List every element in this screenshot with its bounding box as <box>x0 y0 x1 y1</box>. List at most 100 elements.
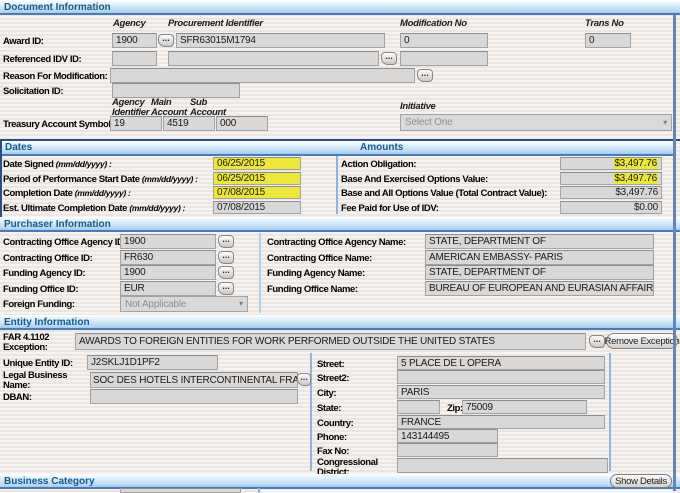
foreign-funding-select[interactable]: Not Applicable ▾ <box>120 296 248 312</box>
column-header-agency: Agency <box>113 19 146 29</box>
dban-field[interactable] <box>90 389 298 404</box>
funding-agency-name-label: Funding Agency Name: <box>267 268 365 279</box>
completion-date-label: Completion Date (mm/dd/yyyy) : <box>3 188 131 199</box>
est-ultimate-format: (mm/dd/yyyy) : <box>129 203 185 213</box>
solicitation-id-label: Solicitation ID: <box>3 86 63 97</box>
unique-entity-id-label: Unique Entity ID: <box>3 358 73 369</box>
contracting-office-agency-id-field[interactable]: 1900 <box>120 234 216 249</box>
reason-for-modification-label: Reason For Modification: <box>3 71 107 82</box>
dates-amounts-header <box>2 141 676 156</box>
column-header-trans-no: Trans No <box>585 19 624 29</box>
treasury-agency-identifier-field[interactable]: 19 <box>110 116 162 131</box>
window-right-border <box>673 15 676 491</box>
entity-right-edge-divider <box>609 353 611 471</box>
action-obligation-label: Action Obligation: <box>341 159 416 170</box>
completion-date-field[interactable]: 07/08/2015 <box>213 186 301 199</box>
column-header-modification-no: Modification No <box>400 19 467 29</box>
contracting-office-id-label: Contracting Office ID: <box>3 253 92 264</box>
award-agency-lookup-button[interactable]: ... <box>158 34 174 47</box>
remove-exception-button[interactable]: Remove Exception <box>606 333 678 349</box>
legal-business-name-field[interactable]: SOC DES HOTELS INTERCONTINENTAL FRA <box>90 372 298 388</box>
date-signed-label: Date Signed (mm/dd/yyyy) : <box>3 159 112 170</box>
contracting-office-name-field[interactable]: AMERICAN EMBASSY- PARIS <box>425 250 654 265</box>
base-all-options-field[interactable]: $3,497.76 <box>560 186 662 199</box>
fee-paid-idv-label: Fee Paid for Use of IDV: <box>341 203 439 214</box>
far-exception-lookup-button[interactable]: ... <box>589 335 605 348</box>
solicitation-id-field[interactable] <box>112 83 240 98</box>
city-label: City: <box>317 388 336 399</box>
column-header-agency-identifier: AgencyIdentifier <box>112 98 149 117</box>
legal-business-name-label-line2: Name: <box>3 380 30 391</box>
far-exception-label-line2: Exception: <box>3 342 48 353</box>
funding-agency-id-lookup-button[interactable]: ... <box>218 266 234 279</box>
business-category-partial-divider <box>258 488 260 493</box>
referenced-idv-lookup-button[interactable]: ... <box>381 52 397 65</box>
funding-agency-id-label: Funding Agency ID: <box>3 268 85 279</box>
business-category-title: Business Category <box>4 476 95 487</box>
street2-field[interactable] <box>397 370 605 384</box>
business-category-partial-field[interactable] <box>120 488 241 493</box>
contracting-office-id-field[interactable]: FR630 <box>120 250 216 265</box>
pop-start-date-field[interactable]: 06/25/2015 <box>213 172 301 185</box>
fax-field[interactable] <box>397 443 498 457</box>
funding-office-id-lookup-button[interactable]: ... <box>218 282 234 295</box>
fax-label: Fax No: <box>317 446 349 457</box>
contracting-office-agency-name-field[interactable]: STATE, DEPARTMENT OF <box>425 234 654 249</box>
award-trans-no-field[interactable]: 0 <box>585 33 631 48</box>
est-ultimate-completion-date-field[interactable]: 07/08/2015 <box>213 201 301 214</box>
base-exercised-options-value: $3,497.76 <box>613 173 658 184</box>
award-id-label: Award ID: <box>3 36 44 47</box>
phone-label: Phone: <box>317 432 347 443</box>
congressional-district-field[interactable] <box>397 458 608 473</box>
phone-field[interactable]: 143144495 <box>397 429 498 443</box>
state-label: State: <box>317 403 341 414</box>
column-header-procurement-identifier: Procurement Identifier <box>168 19 263 29</box>
treasury-sub-account-field[interactable]: 000 <box>216 116 268 131</box>
column-header-sub-account: SubAccount <box>190 98 226 117</box>
treasury-main-account-field[interactable]: 4519 <box>163 116 215 131</box>
pop-start-date-label-text: Period of Performance Start Date <box>3 174 140 185</box>
base-exercised-options-field[interactable]: $3,497.76 <box>560 172 662 185</box>
action-obligation-field[interactable]: $3,497.76 <box>560 157 662 170</box>
referenced-idv-id-field[interactable] <box>168 51 379 66</box>
zip-field[interactable]: 75009 <box>462 400 587 414</box>
country-field[interactable]: FRANCE <box>397 415 605 429</box>
state-field[interactable] <box>397 400 440 414</box>
street-field[interactable]: 5 PLACE DE L OPERA <box>397 356 605 370</box>
fee-paid-idv-field[interactable]: $0.00 <box>560 201 662 214</box>
city-field[interactable]: PARIS <box>397 385 605 399</box>
far-exception-field[interactable]: AWARDS TO FOREIGN ENTITIES FOR WORK PERF… <box>75 333 586 350</box>
award-agency-field[interactable]: 1900 <box>112 33 157 48</box>
entity-information-header: Entity Information <box>0 315 680 330</box>
initiative-select[interactable]: Select One ▾ <box>400 114 672 131</box>
purchaser-section-title: Purchaser Information <box>4 219 111 230</box>
contracting-office-id-lookup-button[interactable]: ... <box>218 251 234 264</box>
contracting-office-agency-name-label: Contracting Office Agency Name: <box>267 237 406 248</box>
base-exercised-options-label: Base And Exercised Options Value: <box>341 174 488 185</box>
est-ultimate-completion-date-label: Est. Ultimate Completion Date (mm/dd/yyy… <box>3 203 185 214</box>
funding-office-name-field[interactable]: BUREAU OF EUROPEAN AND EURASIAN AFFAIRS <box>425 281 654 296</box>
date-signed-field[interactable]: 06/25/2015 <box>213 157 301 170</box>
legal-business-name-lookup-button[interactable]: ... <box>297 373 311 386</box>
document-information-header: Document Information <box>0 0 680 15</box>
unique-entity-id-field[interactable]: J2SKLJ1D1PF2 <box>87 355 218 370</box>
pop-start-date-format: (mm/dd/yyyy) : <box>142 174 198 184</box>
purchaser-column-divider <box>259 233 261 313</box>
base-all-options-label: Base and All Options Value (Total Contra… <box>341 188 547 199</box>
dban-label: DBAN: <box>3 392 32 403</box>
reason-for-modification-field[interactable] <box>110 68 415 83</box>
business-category-partial-panel <box>261 489 672 493</box>
funding-agency-id-field[interactable]: 1900 <box>120 265 216 280</box>
show-details-button[interactable]: Show Details <box>610 474 672 488</box>
purchaser-information-header: Purchaser Information <box>0 217 680 232</box>
treasury-account-symbol-label: Treasury Account Symbol: <box>3 119 113 130</box>
reason-for-modification-lookup-button[interactable]: ... <box>417 69 433 82</box>
funding-office-id-field[interactable]: EUR <box>120 281 216 296</box>
award-procurement-identifier-field[interactable]: SFR63015M1794 <box>176 33 385 48</box>
funding-agency-name-field[interactable]: STATE, DEPARTMENT OF <box>425 265 654 280</box>
contracting-office-agency-id-lookup-button[interactable]: ... <box>218 235 234 248</box>
referenced-idv-agency-field[interactable] <box>112 51 157 66</box>
section-title: Document Information <box>4 2 111 13</box>
referenced-idv-modification-field[interactable] <box>400 51 488 66</box>
award-modification-no-field[interactable]: 0 <box>400 33 488 48</box>
